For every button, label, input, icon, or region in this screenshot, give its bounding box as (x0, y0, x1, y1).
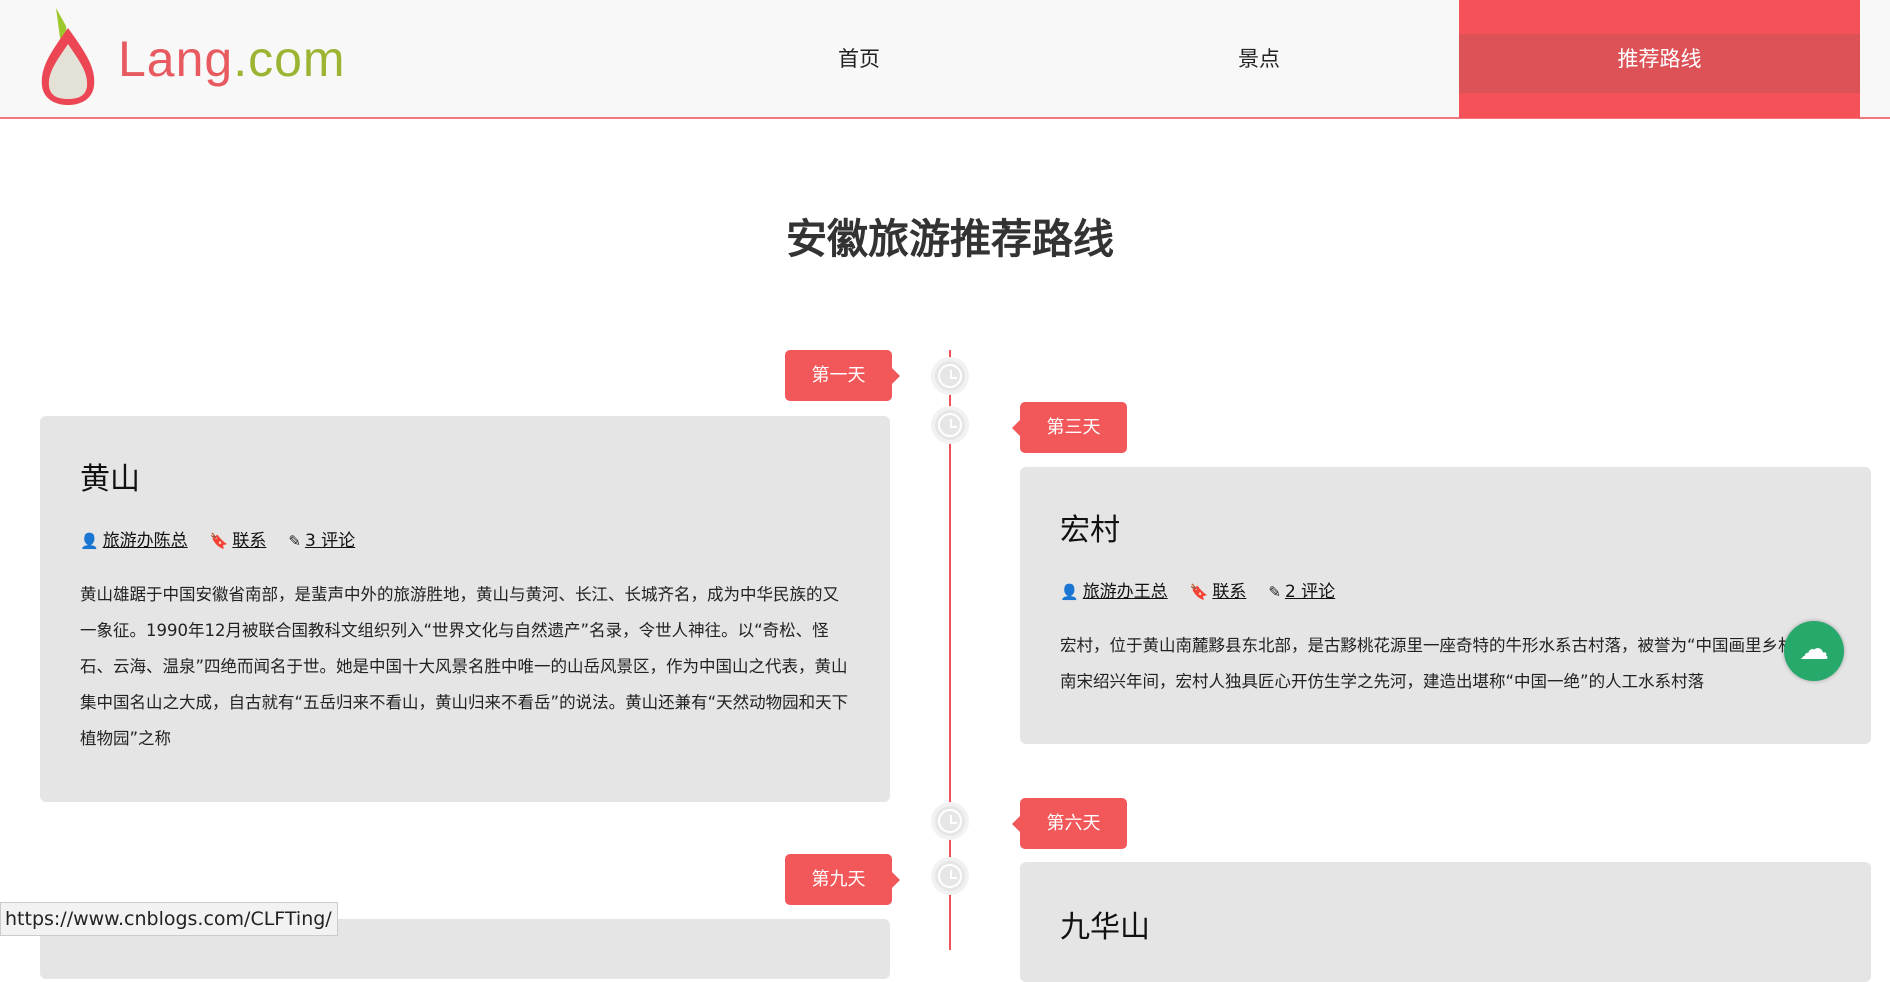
timeline-card-jiuhuashan: 九华山 (1020, 862, 1871, 982)
author-link[interactable]: 旅游办王总 (1083, 582, 1168, 602)
card-body: 宏村，位于黄山南麓黟县东北部，是古黟桃花源里一座奇特的牛形水系古村落，被誉为“中… (1060, 636, 1820, 691)
day-tag: 第一天 (785, 350, 900, 401)
author-link[interactable]: 旅游办陈总 (103, 531, 188, 551)
edit-icon: ✎ (288, 532, 301, 550)
nav-recommended-routes[interactable]: 推荐路线 (1459, 0, 1860, 118)
card-title: 宏村 (1060, 513, 1120, 548)
bookmark-icon: 🔖 (1189, 583, 1209, 601)
comments-link[interactable]: 2 评论 (1285, 582, 1335, 602)
day-tag: 第九天 (785, 854, 900, 905)
page-title: 安徽旅游推荐路线 (786, 215, 1114, 263)
user-icon: 👤 (80, 532, 99, 550)
nav-label: 景点 (1238, 47, 1280, 71)
nav-label: 首页 (838, 47, 880, 71)
status-bar-url: https://www.cnblogs.com/CLFTing/ (0, 902, 338, 936)
card-meta: 👤 旅游办王总 🔖 联系 ✎ 2 评论 (1060, 577, 1831, 602)
nav-attractions[interactable]: 景点 (1109, 0, 1409, 118)
contact-link[interactable]: 联系 (1212, 582, 1246, 602)
timeline-card-hongcun: 宏村 👤 旅游办王总 🔖 联系 ✎ 2 评论 宏村，位于黄山南麓黟县东北部，是古黟桃花… (1020, 467, 1871, 744)
dragon-fruit-logo-icon[interactable] (40, 8, 96, 106)
timeline-card-huangshan: 黄山 👤 旅游办陈总 🔖 联系 ✎ 3 评论 黄山雄踞于中国安徽省南部，是蜚声中外的旅… (40, 416, 890, 802)
bookmark-icon: 🔖 (209, 532, 229, 550)
contact-link[interactable]: 联系 (232, 531, 266, 551)
cloud-download-icon[interactable]: ☁ (1784, 621, 1844, 681)
day-tag: 第六天 (1012, 798, 1127, 849)
card-body: 黄山雄踞于中国安徽省南部，是蜚声中外的旅游胜地，黄山与黄河、长江、长城齐名，成为… (80, 585, 849, 748)
card-title: 九华山 (1060, 910, 1150, 945)
user-icon: 👤 (1060, 583, 1079, 601)
clock-icon (931, 357, 969, 395)
card-meta: 👤 旅游办陈总 🔖 联系 ✎ 3 评论 (80, 526, 850, 551)
brand-domain: .com (233, 31, 346, 87)
nav-label: 推荐路线 (1617, 47, 1702, 71)
clock-icon (931, 857, 969, 895)
nav-home[interactable]: 首页 (709, 0, 1009, 118)
card-title: 黄山 (80, 462, 140, 497)
header: Lang.com 首页 景点 推荐路线 (0, 0, 1890, 119)
brand-logo-text[interactable]: Lang.com (118, 30, 346, 88)
brand-name: Lang (118, 31, 234, 87)
clock-icon (931, 406, 969, 444)
clock-icon (931, 802, 969, 840)
day-tag: 第三天 (1012, 402, 1127, 453)
comments-link[interactable]: 3 评论 (305, 531, 355, 551)
edit-icon: ✎ (1268, 583, 1281, 601)
